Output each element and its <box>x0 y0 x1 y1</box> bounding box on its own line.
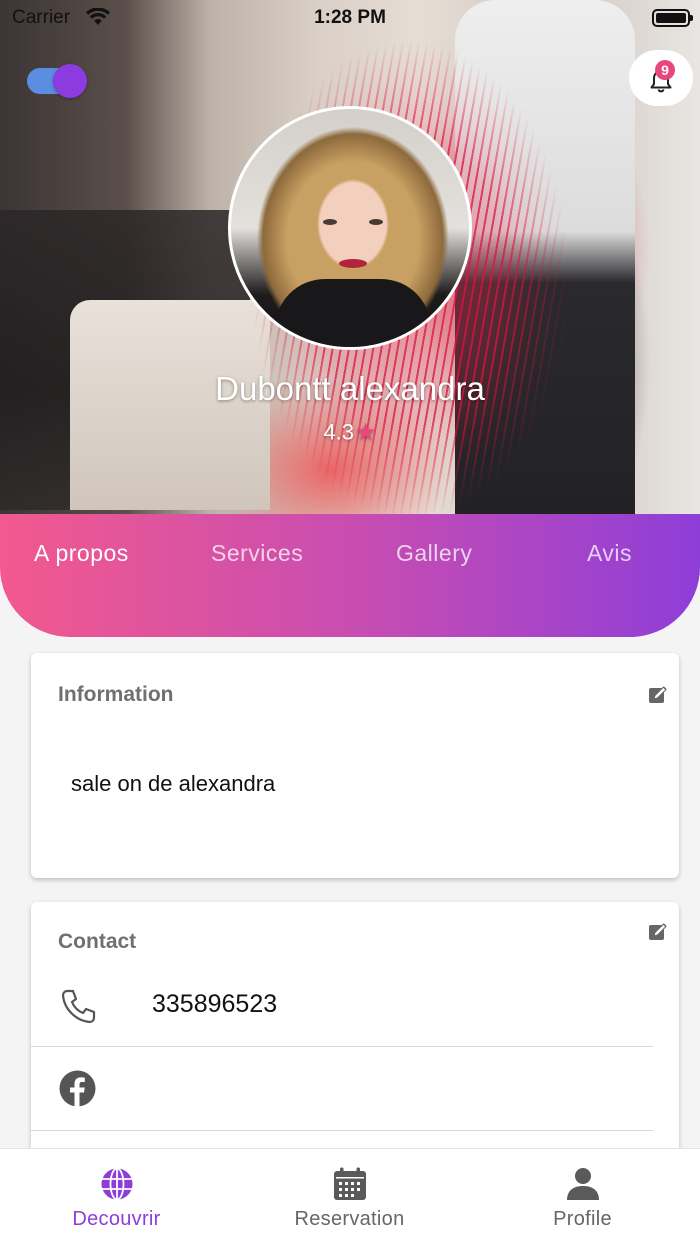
mode-toggle[interactable] <box>27 64 87 98</box>
tab-avis[interactable]: Avis <box>587 540 632 567</box>
tab-a-propos[interactable]: A propos <box>34 540 129 567</box>
nav-reservation[interactable]: Reservation <box>233 1149 466 1244</box>
nav-reservation-label: Reservation <box>294 1208 405 1230</box>
phone-number: 335896523 <box>152 990 278 1018</box>
toggle-knob <box>53 64 87 98</box>
status-bar: Carrier 1:28 PM <box>0 0 700 36</box>
avatar-body <box>275 279 431 347</box>
bottom-navigation: Decouvrir Reservation Profile <box>0 1148 700 1244</box>
nav-profile-label: Profile <box>553 1208 612 1230</box>
nav-decouvrir[interactable]: Decouvrir <box>0 1149 233 1244</box>
calendar-icon <box>333 1167 366 1200</box>
notifications-button[interactable]: 9 <box>629 50 693 106</box>
nav-decouvrir-label: Decouvrir <box>72 1208 161 1230</box>
information-title: Information <box>58 683 174 706</box>
clock: 1:28 PM <box>314 7 386 28</box>
profile-header: Carrier 1:28 PM 9 Dubontt alexandra 4.3★ <box>0 0 700 514</box>
contact-card: Contact 335896523 <box>31 902 679 1162</box>
notification-badge: 9 <box>655 60 675 80</box>
edit-information-icon[interactable] <box>648 685 668 705</box>
tab-services[interactable]: Services <box>211 540 303 567</box>
rating-value: 4.3 <box>323 419 355 445</box>
facebook-row[interactable] <box>31 1048 653 1131</box>
avatar-lips <box>339 259 367 268</box>
avatar <box>228 106 472 350</box>
avatar-eyes <box>323 219 383 225</box>
tab-gallery[interactable]: Gallery <box>396 540 472 567</box>
edit-contact-icon[interactable] <box>648 922 668 942</box>
information-card: Information sale on de alexandra <box>31 653 679 878</box>
facebook-icon <box>59 1070 96 1107</box>
phone-icon <box>61 989 96 1024</box>
contact-title: Contact <box>58 930 137 953</box>
person-icon <box>566 1168 599 1200</box>
profile-name: Dubontt alexandra <box>215 370 485 407</box>
information-text: sale on de alexandra <box>71 771 276 796</box>
battery-icon <box>652 9 693 27</box>
globe-icon <box>101 1167 132 1201</box>
nav-profile[interactable]: Profile <box>466 1149 699 1244</box>
rating: 4.3★ <box>0 418 700 447</box>
star-icon: ★ <box>355 419 377 446</box>
tab-bar: A propos Services Gallery Avis <box>0 514 700 637</box>
phone-row[interactable]: 335896523 <box>31 964 653 1047</box>
